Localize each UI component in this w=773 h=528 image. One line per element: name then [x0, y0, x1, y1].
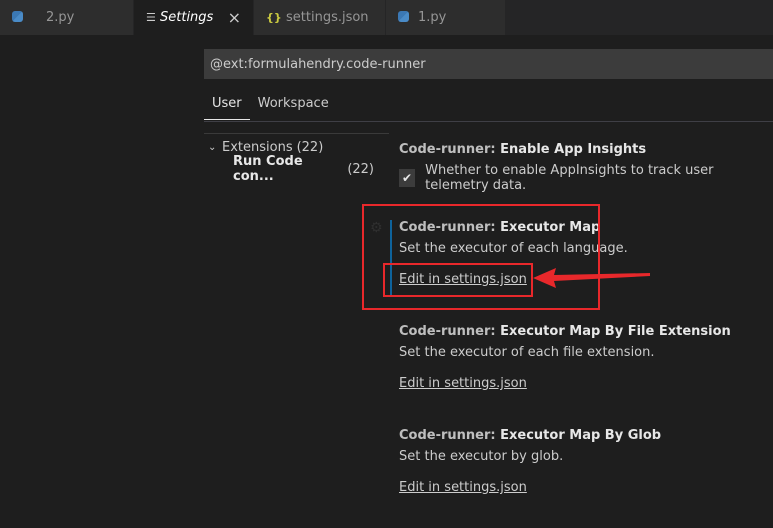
setting-description: Set the executor by glob.	[399, 449, 564, 464]
tab-1-py[interactable]: 1.py	[386, 0, 506, 35]
edit-in-settings-json-link[interactable]: Edit in settings.json	[399, 375, 527, 393]
checkmark-icon: ✔	[402, 171, 413, 185]
edit-in-settings-json-link[interactable]: Edit in settings.json	[399, 479, 527, 497]
toc-group-label: Extensions	[222, 139, 293, 155]
editor-tab-bar: 2.py ☰ Settings × {} settings.json 1.py	[0, 0, 773, 35]
close-icon[interactable]: ×	[228, 8, 241, 27]
tab-label: Settings	[160, 10, 214, 25]
annotation-arrow-icon	[533, 268, 650, 288]
setting-title: Code-runner: Enable App Insights	[399, 141, 773, 159]
setting-executor-map-by-glob: Code-runner: Executor Map By Glob Set th…	[399, 427, 773, 497]
toc-group-count: (22)	[296, 139, 324, 155]
settings-scope-tabs: User Workspace	[204, 90, 337, 120]
python-file-icon	[398, 11, 409, 22]
enable-app-insights-checkbox[interactable]: ✔	[399, 169, 416, 187]
setting-name: Enable App Insights	[500, 142, 647, 157]
setting-category: Code-runner:	[399, 428, 501, 443]
setting-name: Executor Map By File Extension	[500, 324, 731, 339]
search-value: @ext:formulahendry.code-runner	[210, 56, 426, 72]
setting-title: Code-runner: Executor Map By File Extens…	[399, 323, 773, 341]
tab-user[interactable]: User	[204, 90, 250, 120]
setting-executor-map-by-file-extension: Code-runner: Executor Map By File Extens…	[399, 323, 773, 393]
python-file-icon	[12, 11, 23, 22]
tab-label: 2.py	[46, 10, 75, 25]
annotation-link-box	[383, 263, 533, 297]
settings-toc: ⌄ Extensions (22) Run Code con... (22)	[204, 136, 374, 185]
tab-label: 1.py	[418, 10, 447, 25]
setting-enable-app-insights: Code-runner: Enable App Insights ✔ Wheth…	[399, 141, 773, 193]
setting-category: Code-runner:	[399, 324, 501, 339]
setting-title: Code-runner: Executor Map By Glob	[399, 427, 773, 445]
chevron-down-icon: ⌄	[208, 141, 217, 153]
header-divider	[204, 121, 773, 122]
setting-description: Whether to enable AppInsights to track u…	[425, 163, 714, 193]
json-file-icon: {}	[266, 11, 282, 24]
settings-search-input[interactable]: @ext:formulahendry.code-runner	[204, 49, 773, 79]
tab-workspace[interactable]: Workspace	[250, 90, 337, 120]
toc-border	[204, 133, 389, 134]
setting-category: Code-runner:	[399, 142, 501, 157]
setting-name: Executor Map By Glob	[500, 428, 662, 443]
setting-description: Set the executor of each file extension.	[399, 345, 655, 360]
tab-settings[interactable]: ☰ Settings ×	[134, 0, 254, 35]
tab-2-py[interactable]: 2.py	[0, 0, 134, 35]
settings-icon: ☰	[146, 11, 156, 24]
tab-settings-json[interactable]: {} settings.json	[254, 0, 386, 35]
toc-item-run-code[interactable]: Run Code con... (22)	[204, 154, 374, 184]
setting-checkbox-row: ✔ Whether to enable AppInsights to track…	[399, 163, 773, 193]
toc-item-count: (22)	[347, 161, 374, 177]
toc-item-label: Run Code con...	[233, 154, 303, 184]
tab-label: settings.json	[286, 10, 369, 25]
